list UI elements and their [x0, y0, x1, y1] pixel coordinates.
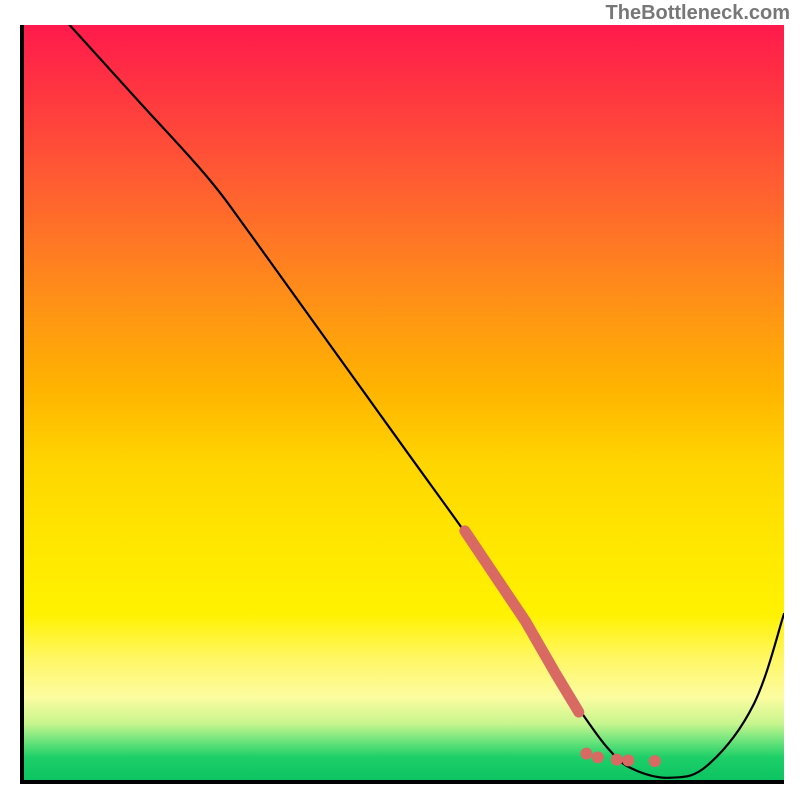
- chart-plot-area: [20, 25, 784, 784]
- highlight-dot: [580, 748, 592, 760]
- watermark-text: TheBottleneck.com: [606, 2, 790, 25]
- highlight-dots: [580, 748, 660, 768]
- highlight-dot: [622, 754, 634, 766]
- highlight-dot: [649, 755, 661, 767]
- highlight-dot: [611, 754, 623, 766]
- chart-svg-overlay: [24, 25, 784, 780]
- highlight-segment: [465, 531, 579, 712]
- bottleneck-curve: [70, 25, 784, 778]
- highlight-dot: [592, 751, 604, 763]
